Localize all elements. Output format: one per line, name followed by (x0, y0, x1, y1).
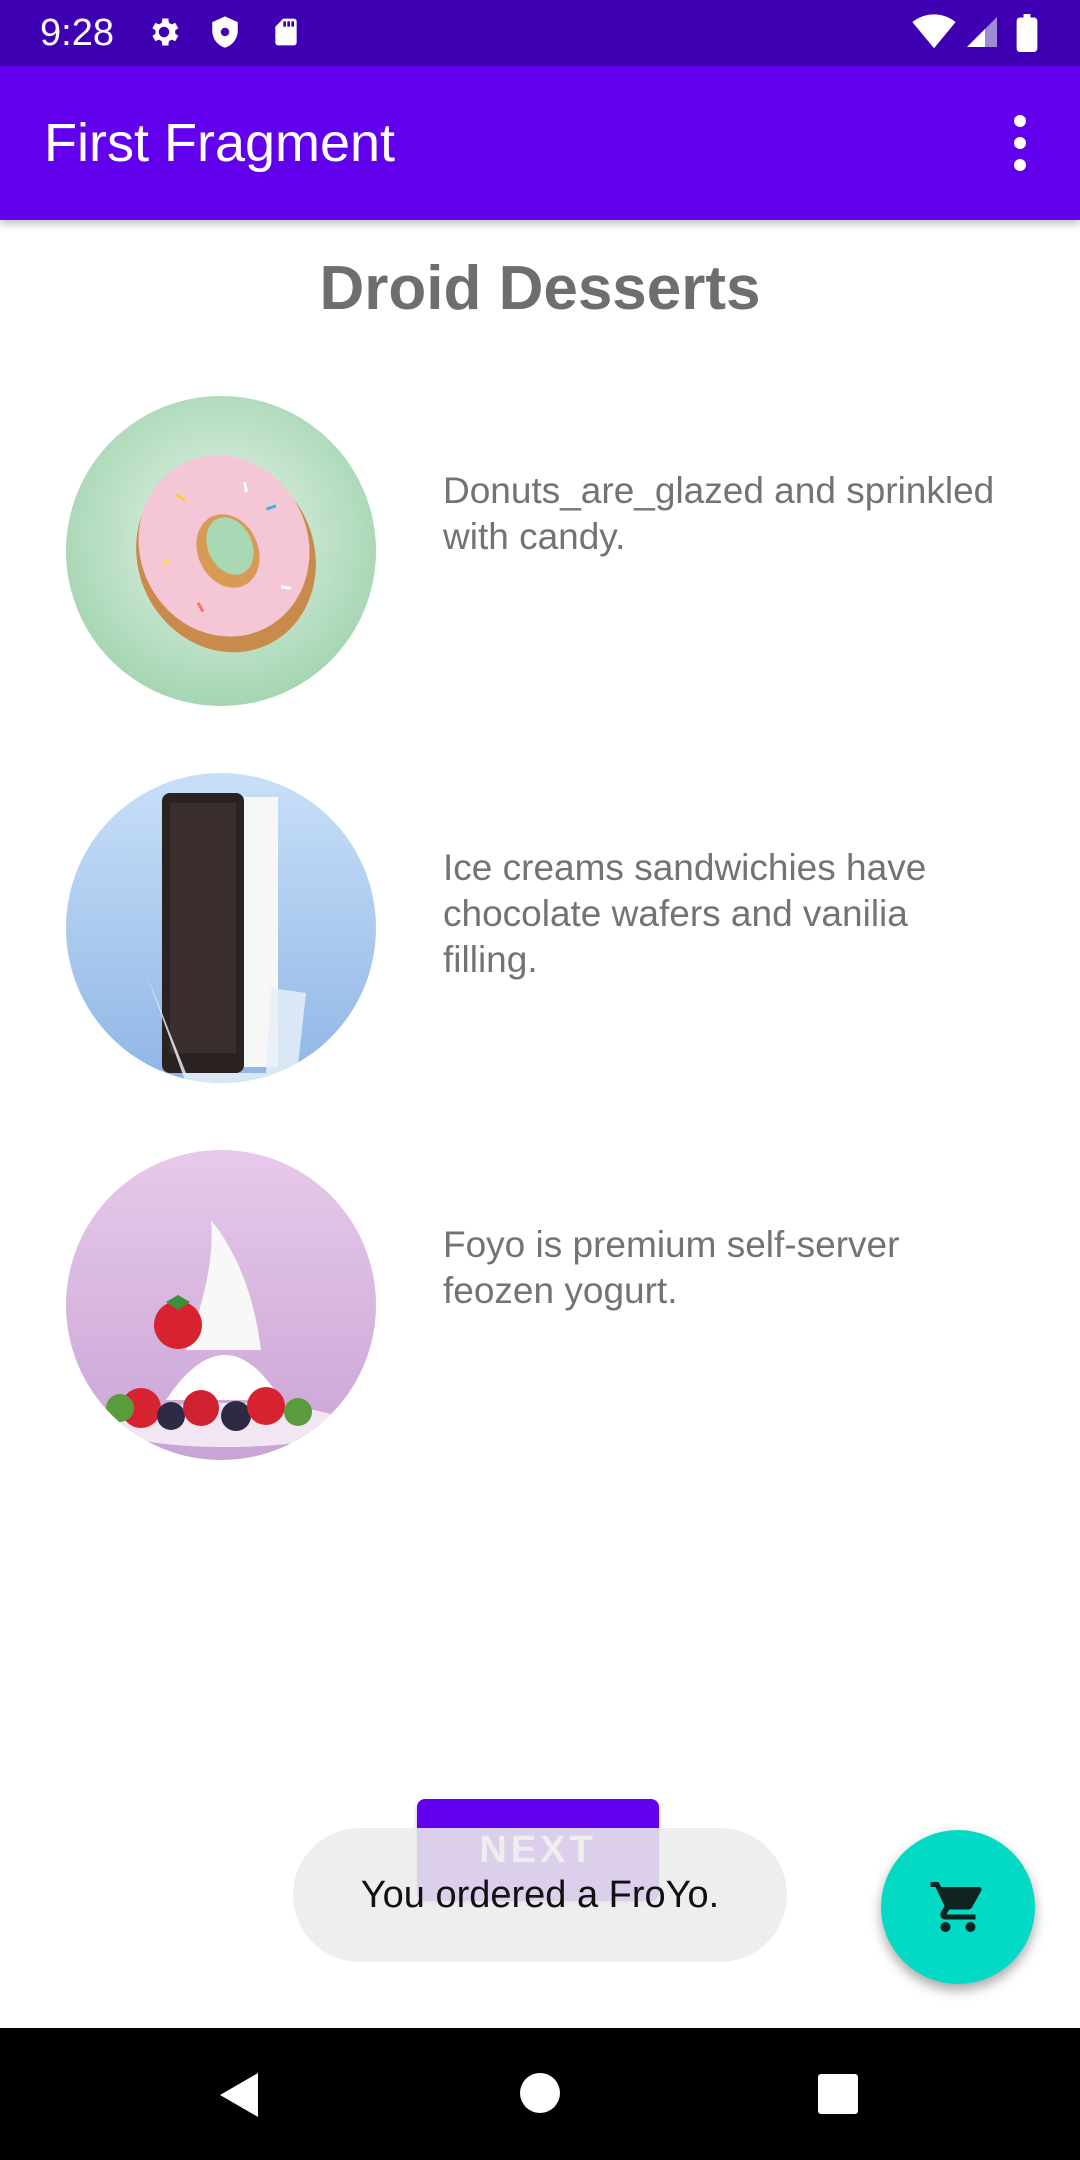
dessert-item-donut: Donuts_are_glazed and sprinkled with can… (0, 396, 1080, 716)
shopping-cart-icon (930, 1882, 982, 1932)
sd-card-icon (270, 14, 302, 55)
wifi-icon (912, 14, 956, 55)
home-icon[interactable] (519, 2072, 561, 2119)
donut-image[interactable] (66, 396, 376, 706)
recents-icon[interactable] (817, 2073, 859, 2120)
shield-icon (208, 14, 242, 55)
more-vert-icon[interactable] (996, 110, 1044, 176)
status-time: 9:28 (40, 12, 114, 54)
page-title: Droid Desserts (319, 254, 761, 323)
status-bar: 9:28 (0, 0, 1080, 66)
cart-fab[interactable] (881, 1830, 1035, 1984)
dessert-item-ice-cream-sandwich: Ice creams sandwichies have chocolate wa… (0, 773, 1080, 1093)
dessert-description: Ice creams sandwichies have chocolate wa… (443, 847, 927, 980)
dessert-description: Foyo is premium self-server feozen yogur… (443, 1224, 900, 1311)
navigation-bar (0, 2028, 1080, 2160)
battery-icon (1016, 14, 1038, 57)
froyo-image[interactable] (66, 1150, 376, 1460)
dessert-item-froyo: Foyo is premium self-server feozen yogur… (0, 1150, 1080, 1470)
back-icon[interactable] (216, 2070, 262, 2125)
gear-icon (146, 14, 182, 55)
dessert-description: Donuts_are_glazed and sprinkled with can… (443, 470, 995, 557)
app-bar: First Fragment (0, 66, 1080, 220)
app-title: First Fragment (44, 113, 396, 173)
toast-message: You ordered a FroYo. (293, 1828, 787, 1962)
signal-icon (964, 14, 1000, 55)
ice-cream-sandwich-image[interactable] (66, 773, 376, 1083)
